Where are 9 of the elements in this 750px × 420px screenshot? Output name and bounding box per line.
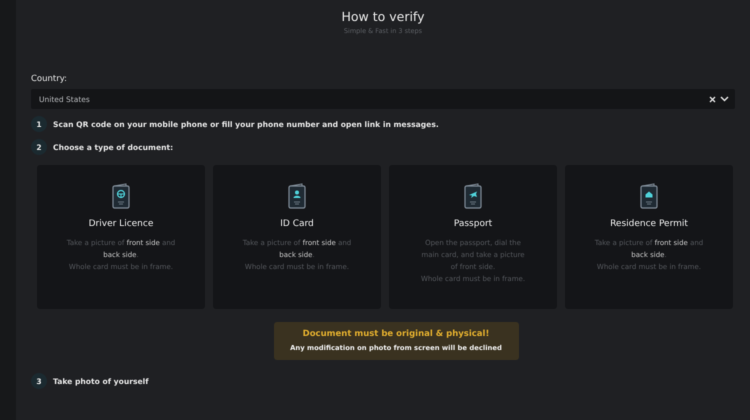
card-title: Passport [454,219,492,229]
warning-title: Document must be original & physical! [302,329,490,339]
card-title: ID Card [280,219,314,229]
page-title: How to verify [340,9,426,24]
clear-icon[interactable] [709,96,716,102]
country-label: Country: [31,74,68,84]
card-title: Driver Licence [88,219,154,229]
chevron-down-icon[interactable] [720,96,729,102]
card-title: Residence Permit [610,219,688,229]
